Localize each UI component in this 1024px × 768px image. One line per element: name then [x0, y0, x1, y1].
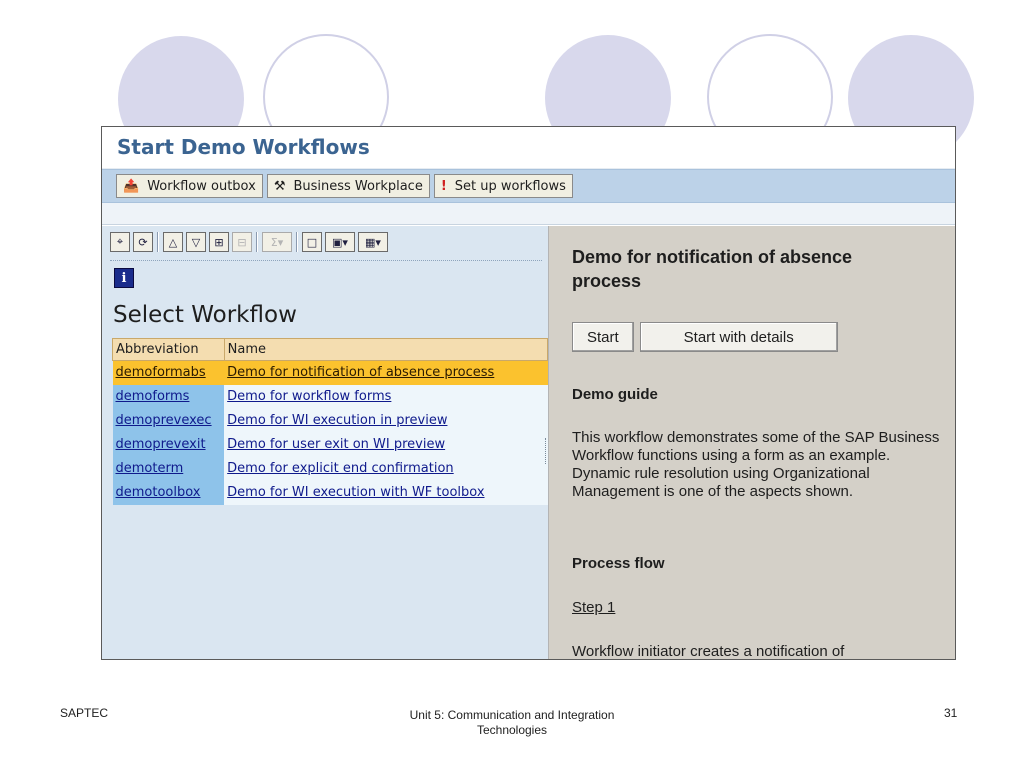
abbreviation-link[interactable]: demoterm	[116, 461, 184, 476]
table-row[interactable]: demoformabs Demo for notification of abs…	[112, 360, 548, 385]
setup-workflows-button[interactable]: ! Set up workflows	[433, 174, 573, 198]
name-cell: Demo for WI execution in preview	[224, 408, 548, 433]
column-header-name[interactable]: Name	[223, 338, 549, 361]
toolbar-divider	[110, 260, 542, 261]
abbr-cell: demotoolbox	[112, 480, 225, 505]
sap-screen: Start Demo Workflows 📤 Workflow outbox ⚒…	[101, 126, 956, 660]
refresh-icon[interactable]: ⟳	[133, 232, 153, 252]
find-next-icon[interactable]: ⊟	[232, 232, 252, 252]
abbreviation-link[interactable]: demotoolbox	[116, 485, 201, 500]
abbr-cell: demoterm	[112, 456, 225, 481]
setup-icon: !	[440, 178, 447, 194]
footer-center: Unit 5: Communication and Integration Te…	[362, 708, 662, 738]
alv-toolbar: ⌖ ⟳ △ ▽ ⊞ ⊟ Σ▾ □ ▣▾ ▦▾	[110, 232, 388, 252]
abbr-cell: demoforms	[112, 384, 225, 409]
abbr-cell: demoprevexec	[112, 408, 225, 433]
start-with-details-button[interactable]: Start with details	[639, 322, 838, 352]
abbreviation-link[interactable]: demoprevexec	[116, 413, 212, 428]
workplace-icon: ⚒	[273, 178, 286, 194]
name-cell: Demo for notification of absence process	[224, 360, 548, 385]
step-1-text: Workflow initiator creates a notificatio…	[572, 643, 845, 660]
name-cell: Demo for workflow forms	[224, 384, 548, 409]
export-icon[interactable]: ▣▾	[325, 232, 355, 252]
table-header-row: Abbreviation Name	[112, 338, 549, 361]
table-row[interactable]: demotoolbox Demo for WI execution with W…	[112, 480, 548, 505]
workflow-list-pane: ⌖ ⟳ △ ▽ ⊞ ⊟ Σ▾ □ ▣▾ ▦▾ i Select Workflow	[102, 226, 549, 659]
demo-guide-heading: Demo guide	[572, 386, 658, 403]
toolbar-separator	[256, 232, 258, 252]
page-title: Start Demo Workflows	[117, 135, 370, 159]
abbr-cell: demoformabs	[112, 360, 225, 385]
workflow-detail-pane: Demo for notification of absence process…	[549, 226, 955, 659]
abbreviation-link[interactable]: demoforms	[116, 389, 190, 404]
name-cell: Demo for WI execution with WF toolbox	[224, 480, 548, 505]
name-cell: Demo for user exit on WI preview	[224, 432, 548, 457]
workflow-table: Abbreviation Name demoformabs Demo for n…	[112, 338, 549, 505]
start-button[interactable]: Start	[572, 322, 634, 352]
details-icon[interactable]: ⌖	[110, 232, 130, 252]
business-workplace-label: Business Workplace	[293, 178, 423, 194]
column-header-abbreviation[interactable]: Abbreviation	[112, 338, 225, 361]
info-icon[interactable]: i	[114, 268, 134, 288]
split-container: ⌖ ⟳ △ ▽ ⊞ ⊟ Σ▾ □ ▣▾ ▦▾ i Select Workflow	[102, 226, 955, 659]
detail-title: Demo for notification of absence process	[572, 247, 853, 291]
workflow-name-link[interactable]: Demo for explicit end confirmation	[227, 461, 454, 476]
footer-center-line2: Technologies	[476, 723, 548, 737]
footer-center-line1: Unit 5: Communication and Integration	[409, 708, 615, 722]
workflow-name-link[interactable]: Demo for notification of absence process	[227, 365, 494, 380]
business-workplace-button[interactable]: ⚒ Business Workplace	[266, 174, 430, 198]
print-icon[interactable]: □	[302, 232, 322, 252]
abbreviation-link[interactable]: demoprevexit	[116, 437, 206, 452]
name-cell: Demo for explicit end confirmation	[224, 456, 548, 481]
pane-splitter-handle[interactable]	[545, 438, 548, 464]
separator-strip	[102, 203, 955, 225]
filter-icon[interactable]: ▽	[186, 232, 206, 252]
sort-icon[interactable]: △	[163, 232, 183, 252]
setup-workflows-label: Set up workflows	[454, 178, 566, 194]
application-toolbar: 📤 Workflow outbox ⚒ Business Workplace !…	[102, 169, 955, 203]
process-flow-heading: Process flow	[572, 555, 665, 572]
table-row[interactable]: demoforms Demo for workflow forms	[112, 384, 548, 409]
footer-left: SAPTEC	[60, 706, 109, 720]
demo-guide-text: This workflow demonstrates some of the S…	[572, 429, 940, 500]
workflow-outbox-label: Workflow outbox	[147, 178, 256, 194]
workflow-name-link[interactable]: Demo for WI execution with WF toolbox	[227, 485, 484, 500]
find-icon[interactable]: ⊞	[209, 232, 229, 252]
list-title: Select Workflow	[113, 302, 297, 328]
workflow-outbox-button[interactable]: 📤 Workflow outbox	[116, 174, 263, 198]
table-row[interactable]: demoprevexit Demo for user exit on WI pr…	[112, 432, 548, 457]
toolbar-separator	[157, 232, 159, 252]
toolbar-separator	[296, 232, 298, 252]
title-bar: Start Demo Workflows	[102, 127, 955, 169]
table-row[interactable]: demoterm Demo for explicit end confirmat…	[112, 456, 548, 481]
layout-icon[interactable]: ▦▾	[358, 232, 388, 252]
outbox-icon: 📤	[123, 178, 140, 194]
workflow-name-link[interactable]: Demo for user exit on WI preview	[227, 437, 445, 452]
abbr-cell: demoprevexit	[112, 432, 225, 457]
page-number: 31	[944, 706, 958, 720]
workflow-name-link[interactable]: Demo for WI execution in preview	[227, 413, 447, 428]
start-button-row: Start Start with details	[572, 322, 838, 352]
sum-icon[interactable]: Σ▾	[262, 232, 292, 252]
table-row[interactable]: demoprevexec Demo for WI execution in pr…	[112, 408, 548, 433]
step-1-link[interactable]: Step 1	[572, 599, 615, 616]
workflow-name-link[interactable]: Demo for workflow forms	[227, 389, 391, 404]
abbreviation-link[interactable]: demoformabs	[116, 365, 206, 380]
